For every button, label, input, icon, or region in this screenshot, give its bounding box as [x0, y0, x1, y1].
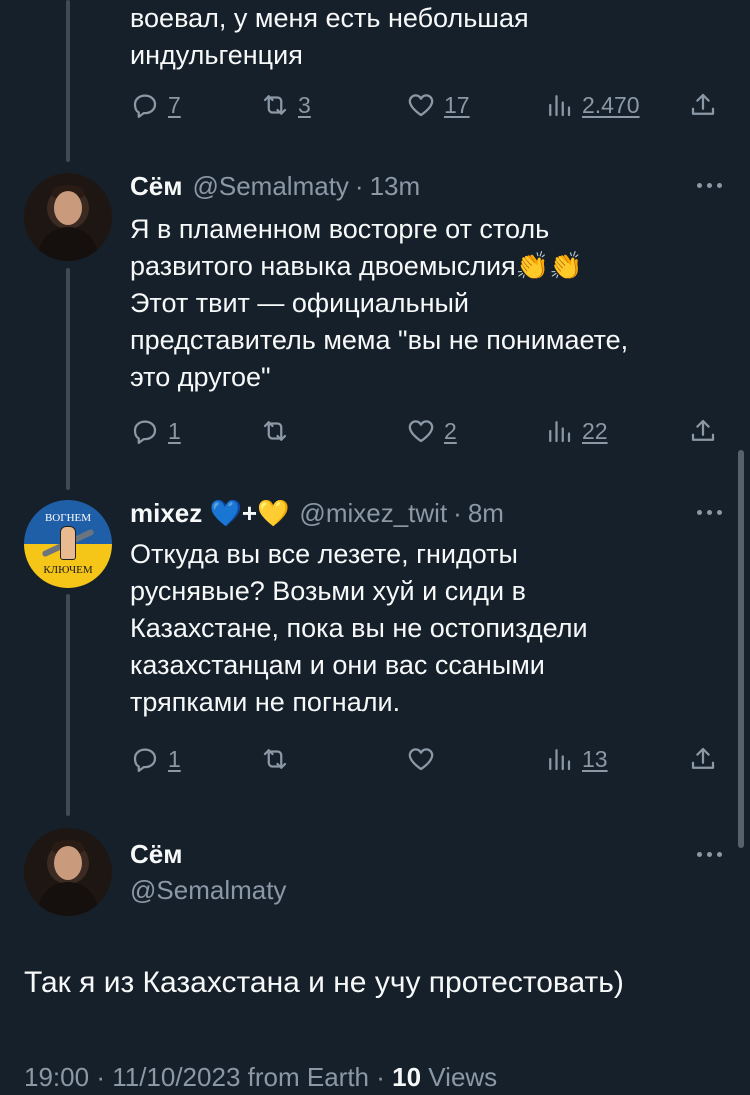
- retweet-button[interactable]: [260, 416, 298, 446]
- more-icon[interactable]: [697, 852, 722, 857]
- tweet-text-line: воевал, у меня есть небольшая: [130, 3, 529, 33]
- reply-button[interactable]: 7: [130, 90, 181, 120]
- share-button[interactable]: [688, 416, 726, 446]
- thread-line: [66, 0, 70, 162]
- main-tweet-text: Так я из Казахстана и не учу протестоват…: [24, 966, 624, 999]
- separator-dot: ·: [453, 497, 462, 528]
- tweet-meta: 19:00 · 11/10/2023 from Earth · 10 Views: [24, 1062, 497, 1093]
- like-count: 17: [444, 91, 470, 118]
- more-icon[interactable]: [697, 183, 722, 188]
- retweet-icon: [263, 421, 287, 441]
- scrollbar[interactable]: [738, 450, 744, 848]
- share-icon: [691, 93, 715, 115]
- like-icon: [408, 420, 434, 443]
- like-button[interactable]: 2: [406, 416, 457, 446]
- tweet-text-line: Я в пламенном восторге от столь: [130, 214, 550, 244]
- share-button[interactable]: [688, 90, 726, 120]
- retweet-button[interactable]: 3: [260, 90, 311, 120]
- views-icon: [549, 749, 571, 771]
- separator-dot: ·: [96, 1062, 113, 1092]
- like-button[interactable]: 17: [406, 90, 470, 120]
- author-handle-row: @Semalmaty: [130, 872, 286, 908]
- like-button[interactable]: [406, 744, 444, 774]
- tweet-text-line: индульгенция: [130, 40, 303, 70]
- reply-button[interactable]: 1: [130, 416, 181, 446]
- tweet-text-line: казахстанцам и они вас ссаными: [130, 650, 545, 680]
- author-handle[interactable]: @Semalmaty: [192, 171, 348, 202]
- reply-count: 1: [168, 745, 181, 772]
- views-count: 22: [582, 417, 608, 444]
- separator-dot: ·: [354, 170, 364, 201]
- tweet-text-line: развитого навыка двоемыслия👏👏: [130, 251, 583, 281]
- tweet-actions: 1 2 22: [130, 411, 726, 451]
- reply-count: 7: [168, 91, 181, 118]
- views-label: Views: [428, 1062, 498, 1092]
- tweet-text-line: Казахстане, пока вы не остопиздели: [130, 613, 588, 643]
- tweet-text-line: руснявые? Возьми хуй и сиди в: [130, 576, 526, 606]
- tweet-source: from Earth: [247, 1062, 370, 1092]
- like-icon: [408, 94, 434, 117]
- author-name-row: Сём: [130, 836, 182, 872]
- views-button[interactable]: 13: [544, 744, 608, 774]
- views-button[interactable]: 2.470: [544, 90, 640, 120]
- share-icon: [691, 419, 715, 441]
- retweet-icon: [263, 95, 287, 115]
- reply-icon: [133, 94, 157, 118]
- tweet-text-line: это другое": [130, 362, 271, 392]
- views-button[interactable]: 22: [544, 416, 608, 446]
- retweet-button[interactable]: [260, 744, 298, 774]
- avatar[interactable]: [24, 828, 112, 916]
- views-count: 2.470: [582, 91, 640, 118]
- avatar-text: ВОГНЕМ: [44, 512, 92, 524]
- reply-count: 1: [168, 417, 181, 444]
- reply-icon: [133, 748, 157, 772]
- reply-button[interactable]: 1: [130, 744, 181, 774]
- tweet-text-line: Этот твит — официальный: [130, 288, 470, 318]
- more-icon[interactable]: [697, 510, 722, 515]
- author-handle[interactable]: @Semalmaty: [130, 875, 286, 906]
- retweet-icon: [263, 749, 287, 769]
- tweet-text: Я в пламенном восторге от столь развитог…: [130, 211, 730, 396]
- views-count: 10: [392, 1062, 422, 1092]
- views-icon: [549, 95, 571, 117]
- author-name[interactable]: Сём: [130, 839, 182, 870]
- tweet-header: mixez 💙+💛 @mixez_twit · 8m: [130, 495, 504, 531]
- like-icon: [408, 748, 434, 771]
- tweet-text-line: представитель мема "вы не понимаете,: [130, 325, 629, 355]
- tweet-text-line: Откуда вы все лезете, гнидоты: [130, 539, 518, 569]
- reply-icon: [133, 420, 157, 444]
- tweet-time[interactable]: 13m: [370, 171, 421, 202]
- tweet-time[interactable]: 19:00: [24, 1062, 89, 1092]
- tweet-text-line: тряпками не погнали.: [130, 687, 401, 717]
- tweet-time[interactable]: 8m: [468, 498, 504, 529]
- separator-dot: ·: [376, 1062, 393, 1092]
- retweet-count: 3: [298, 91, 311, 118]
- author-name[interactable]: Сём: [130, 171, 182, 202]
- tweet-text: воевал, у меня есть небольшая индульгенц…: [130, 0, 730, 74]
- tweet-header: Сём @Semalmaty · 13m: [130, 168, 420, 204]
- author-name[interactable]: mixez 💙+💛: [130, 498, 289, 529]
- avatar[interactable]: [24, 173, 112, 261]
- author-handle[interactable]: @mixez_twit: [299, 498, 447, 529]
- share-button[interactable]: [688, 744, 726, 774]
- tweet-actions: 1 13: [130, 739, 726, 779]
- tweet-text: Откуда вы все лезете, гнидоты руснявые? …: [130, 536, 730, 721]
- thread-line: [66, 268, 70, 490]
- like-count: 2: [444, 417, 457, 444]
- thread-line: [66, 594, 70, 816]
- views-icon: [549, 421, 571, 443]
- avatar[interactable]: ВОГНЕМ КЛЮЧЕМ: [24, 500, 112, 588]
- tweet-date[interactable]: 11/10/2023: [112, 1062, 240, 1092]
- tweet-actions: 7 3 17 2.470: [130, 85, 726, 125]
- share-icon: [691, 747, 715, 769]
- avatar-text: КЛЮЧЕМ: [43, 564, 93, 576]
- views-count: 13: [582, 745, 608, 772]
